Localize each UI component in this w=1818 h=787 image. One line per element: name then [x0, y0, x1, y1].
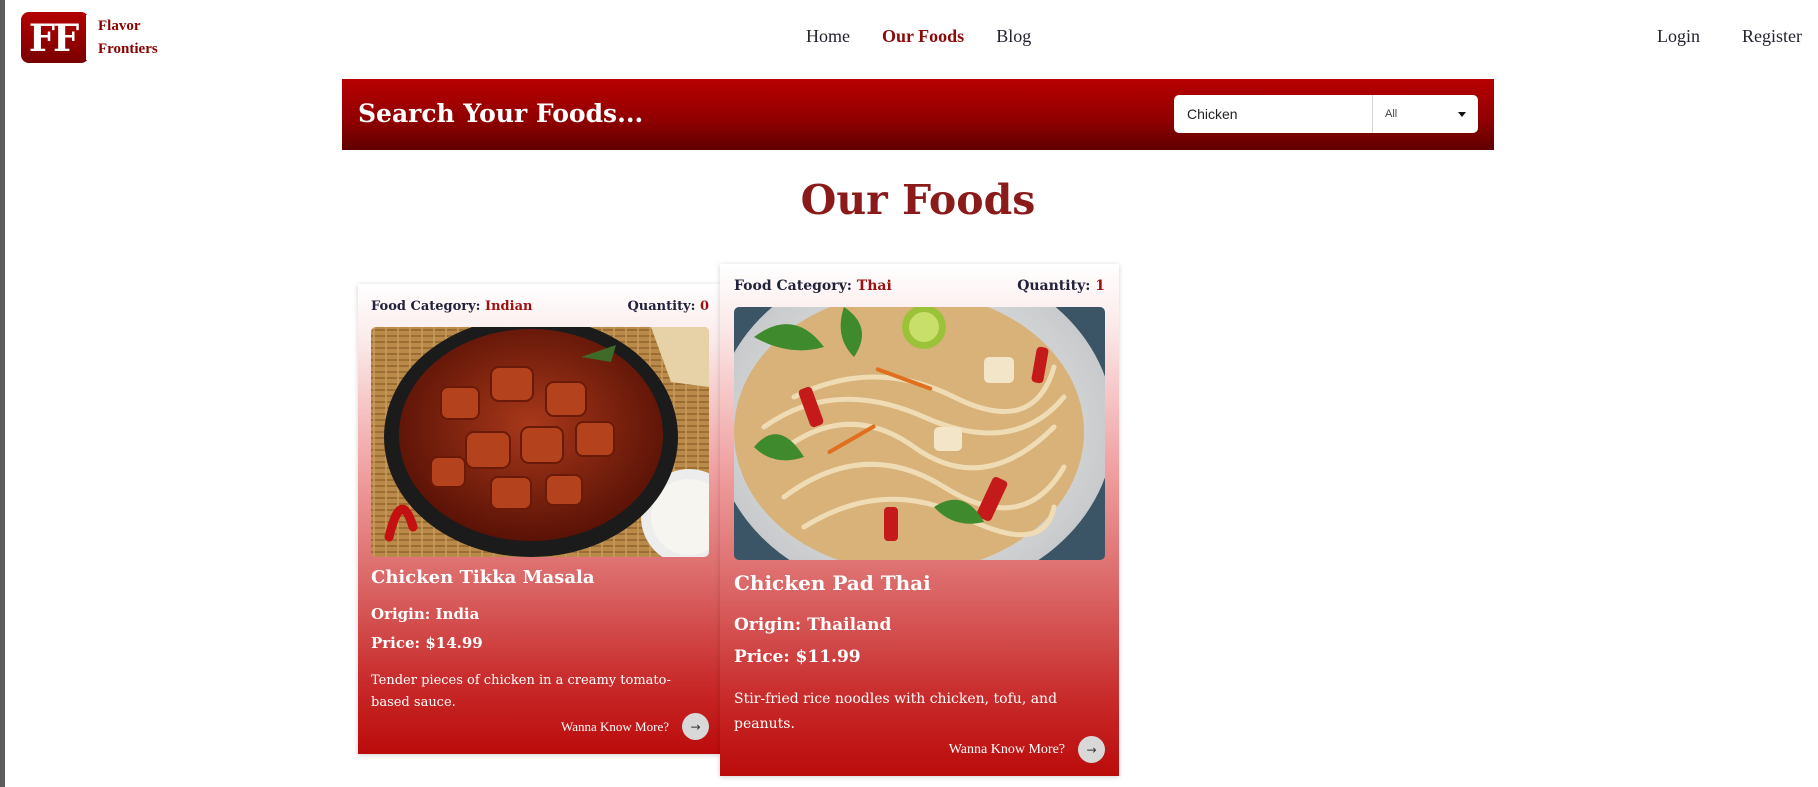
food-category-label: Food Category:	[371, 299, 481, 314]
food-category-label: Food Category:	[734, 278, 852, 294]
food-image-tikka-masala	[371, 327, 709, 557]
food-quantity-value: 1	[1095, 278, 1105, 294]
food-quantity-value: 0	[699, 299, 709, 314]
search-input[interactable]	[1174, 95, 1373, 133]
food-quantity: Quantity: 1	[1017, 278, 1105, 294]
category-filter-select[interactable]: All	[1373, 95, 1478, 133]
register-link[interactable]: Register	[1742, 26, 1802, 47]
food-category-value: Indian	[485, 299, 533, 314]
login-link[interactable]: Login	[1657, 26, 1700, 47]
search-title: Search Your Foods...	[358, 99, 644, 128]
nav-our-foods[interactable]: Our Foods	[882, 26, 964, 47]
auth-links: Login Register	[1615, 26, 1802, 47]
nav-home[interactable]: Home	[806, 26, 850, 47]
food-price: Price: $11.99	[734, 647, 861, 667]
card-header: Food Category: Indian Quantity: 0	[371, 299, 709, 314]
know-more-button[interactable]: Wanna Know More? →	[720, 736, 1105, 763]
food-description: Tender pieces of chicken in a creamy tom…	[371, 673, 671, 710]
search-box: All	[1174, 95, 1478, 133]
brand-name: Flavor Frontiers	[98, 15, 158, 61]
food-image-pad-thai	[734, 307, 1105, 560]
arrow-right-icon[interactable]: →	[1078, 736, 1105, 763]
brand-name-line1: Flavor	[98, 17, 141, 34]
window-edge	[0, 0, 5, 787]
food-quantity-label: Quantity:	[1017, 278, 1091, 294]
logo-badge: FF	[21, 12, 89, 63]
know-more-label: Wanna Know More?	[948, 741, 1065, 757]
main-nav: Home Our Foods Blog	[806, 26, 1063, 47]
food-category-value: Thai	[856, 278, 892, 294]
category-filter-value: All	[1385, 108, 1398, 120]
food-details: Origin: India Price: $14.99	[371, 600, 708, 658]
food-price: Price: $14.99	[371, 634, 483, 652]
food-quantity: Quantity: 0	[627, 299, 709, 314]
food-origin: Origin: Thailand	[734, 615, 892, 635]
arrow-right-icon[interactable]: →	[682, 713, 709, 740]
food-card: Food Category: Indian Quantity: 0 Chicke…	[358, 284, 721, 754]
food-description: Stir-fried rice noodles with chicken, to…	[734, 691, 1058, 732]
food-name: Chicken Tikka Masala	[371, 567, 595, 588]
brand-name-line2: Frontiers	[98, 40, 158, 57]
know-more-button[interactable]: Wanna Know More? →	[358, 713, 709, 740]
caret-down-icon	[1458, 111, 1466, 117]
search-banner: Search Your Foods... All	[342, 79, 1494, 150]
food-origin: Origin: India	[371, 605, 480, 623]
card-header: Food Category: Thai Quantity: 1	[734, 278, 1105, 294]
food-category: Food Category: Indian	[371, 299, 532, 314]
food-card: Food Category: Thai Quantity: 1 Chicken …	[720, 264, 1119, 776]
page-title: Our Foods	[800, 176, 1036, 224]
food-name: Chicken Pad Thai	[734, 571, 931, 595]
logo-initials: FF	[28, 15, 80, 60]
food-quantity-label: Quantity:	[627, 299, 696, 314]
food-category: Food Category: Thai	[734, 278, 892, 294]
food-details: Origin: Thailand Price: $11.99	[734, 609, 1105, 673]
brand-logo[interactable]: FF Flavor Frontiers	[21, 12, 158, 63]
nav-blog[interactable]: Blog	[996, 26, 1031, 47]
know-more-label: Wanna Know More?	[561, 718, 669, 734]
